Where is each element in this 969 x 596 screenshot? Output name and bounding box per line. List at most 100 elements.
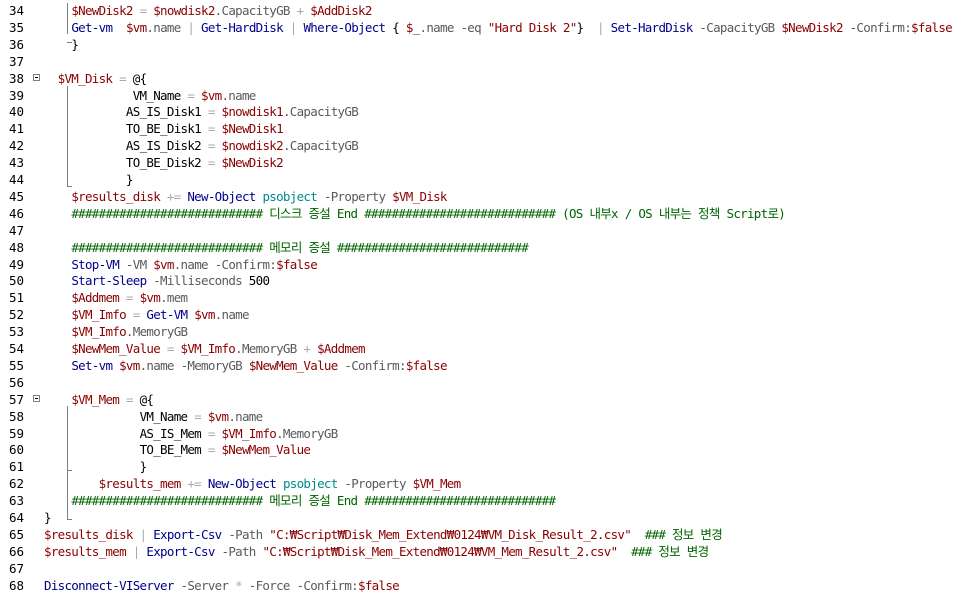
code-token: $VM_Imfo xyxy=(71,307,126,323)
code-token: = xyxy=(201,138,222,154)
code-line[interactable]: 34 $NewDisk2 = $nowdisk2.CapacityGB + $A… xyxy=(0,2,969,19)
code-line[interactable]: 55 Set-vm $vm.name -MemoryGB $NewMem_Val… xyxy=(0,357,969,374)
code-line[interactable]: 48 ############################ 메모리 증설 #… xyxy=(0,239,969,256)
code-line[interactable]: 42 AS_IS_Disk2 = $nowdisk2.CapacityGB xyxy=(0,137,969,154)
code-token: Stop-VM xyxy=(71,256,120,272)
line-number: 60 xyxy=(8,442,24,458)
code-token: ### 정보 변경 xyxy=(631,543,709,559)
code-token: -Confirm: xyxy=(296,577,359,593)
line-number: 64 xyxy=(8,510,24,525)
line-number: 61 xyxy=(8,459,24,475)
code-token: .CapacityGB xyxy=(282,104,359,120)
code-token: += xyxy=(160,188,188,204)
code-line[interactable]: 38 $VM_Disk = @{ xyxy=(0,70,969,87)
code-line[interactable]: 65 $results_disk | Export-Csv -Path "C:₩S… xyxy=(0,526,969,543)
code-text: $NewDisk2 = $nowdisk2.CapacityGB + $AddD… xyxy=(44,2,372,19)
code-token: -VM xyxy=(125,256,147,272)
code-line[interactable]: 53 $VM_Imfo.MemoryGB xyxy=(0,323,969,340)
code-line[interactable]: 57 $VM_Mem = @{ xyxy=(0,391,969,408)
code-line[interactable]: 47 xyxy=(0,222,969,239)
collapse-toggle-icon[interactable] xyxy=(33,394,40,402)
code-token: $VM_Imfo xyxy=(71,324,126,340)
code-text: $results_disk | Export-Csv -Path "C:₩Scr… xyxy=(44,526,723,543)
code-token: -Confirm: xyxy=(214,256,277,272)
code-token: $nowdisk2 xyxy=(221,138,284,154)
code-token: | xyxy=(132,526,154,542)
line-number: 46 xyxy=(8,205,24,221)
code-token: AS_IS_Mem xyxy=(139,425,202,441)
code-line[interactable]: 61 } xyxy=(0,458,969,475)
code-line[interactable]: 64} xyxy=(0,509,969,526)
code-line[interactable]: 49 Stop-VM -VM $vm.name -Confirm:$false xyxy=(0,256,969,273)
code-token: = xyxy=(180,87,201,103)
code-token: AS_IS_Disk2 xyxy=(125,138,202,154)
code-line[interactable]: 52 $VM_Imfo = Get-VM $vm.name xyxy=(0,306,969,323)
code-token: $NewDisk2 xyxy=(71,3,133,18)
code-token: $NewDisk1 xyxy=(221,121,284,137)
code-token: | xyxy=(282,19,304,35)
code-token: $VM_Mem xyxy=(412,476,461,492)
code-line[interactable]: 50 Start-Sleep -Milliseconds 500 xyxy=(0,272,969,289)
code-line[interactable]: 59 AS_IS_Mem = $VM_Imfo.MemoryGB xyxy=(0,425,969,442)
code-line[interactable]: 36 } xyxy=(0,36,969,53)
code-token: } xyxy=(576,19,598,35)
code-line[interactable]: 54 $NewMem_Value = $VM_Imfo.MemoryGB + $… xyxy=(0,340,969,357)
code-line[interactable]: 39 VM_Name = $vm.name xyxy=(0,87,969,104)
code-token: -Property xyxy=(323,188,386,204)
line-number: 52 xyxy=(8,307,24,323)
code-line[interactable]: 45 $results_disk += New-Object psobject … xyxy=(0,188,969,205)
code-line[interactable]: 58 VM_Name = $vm.name xyxy=(0,408,969,425)
code-text: } xyxy=(44,458,148,475)
code-text: AS_IS_Disk2 = $nowdisk2.CapacityGB xyxy=(44,137,359,154)
code-token: Get-VM xyxy=(146,307,188,323)
code-line[interactable]: 63 ############################ 메모리 증설 E… xyxy=(0,492,969,509)
code-token: ############################ 디스크 증설 End … xyxy=(71,205,786,221)
code-line[interactable]: 41 TO_BE_Disk1 = $NewDisk1 xyxy=(0,120,969,137)
code-token: = xyxy=(201,442,222,458)
code-token: $vm xyxy=(207,408,229,424)
code-token: "C:₩Script₩Disk_Mem_Extend₩0124₩VM_Mem_R… xyxy=(262,543,618,559)
code-token: | xyxy=(125,543,147,559)
code-line[interactable]: 67 xyxy=(0,560,969,577)
code-token: $nowdisk2 xyxy=(153,3,215,18)
code-token: ############################ 메모리 증설 ####… xyxy=(71,239,529,255)
code-line[interactable]: 35 Get-vm $vm.name | Get-HardDisk | Wher… xyxy=(0,19,969,36)
code-token: } xyxy=(139,459,148,475)
code-editor[interactable]: 34 $NewDisk2 = $nowdisk2.CapacityGB + $A… xyxy=(0,0,969,596)
code-token: -Property xyxy=(344,476,406,492)
code-line[interactable]: 40 AS_IS_Disk1 = $nowdisk1.CapacityGB xyxy=(0,103,969,120)
code-line[interactable]: 37 xyxy=(0,53,969,70)
code-text: $VM_Disk = @{ xyxy=(44,70,147,87)
code-token: .name xyxy=(173,256,209,272)
code-line[interactable]: 66 $results_mem | Export-Csv -Path "C:₩Sc… xyxy=(0,543,969,560)
code-line[interactable]: 56 xyxy=(0,374,969,391)
code-token: TO_BE_Disk1 xyxy=(125,121,202,137)
code-text: $results_mem | Export-Csv -Path "C:₩Scri… xyxy=(44,543,709,560)
collapse-toggle-icon[interactable] xyxy=(33,73,40,81)
code-line[interactable]: 46 ############################ 디스크 증설 E… xyxy=(0,205,969,222)
code-line[interactable]: 68 Disconnect-VIServer -Server * -Force -… xyxy=(0,577,969,594)
code-text: $NewMem_Value = $VM_Imfo.MemoryGB + $Add… xyxy=(44,340,365,357)
code-token: $VM_Imfo xyxy=(180,341,236,356)
line-number: 36 xyxy=(8,36,24,52)
code-line[interactable]: 60 TO_BE_Mem = $NewMem_Value xyxy=(0,441,969,458)
code-token: | xyxy=(180,19,202,35)
code-token: $results_disk xyxy=(71,188,161,204)
code-token: $NewMem_Value xyxy=(221,442,311,458)
code-line[interactable]: 51 $Addmem = $vm.mem xyxy=(0,289,969,306)
code-token: $vm xyxy=(201,87,222,103)
code-line[interactable]: 44 } xyxy=(0,171,969,188)
code-token: -Path xyxy=(221,543,257,559)
code-line[interactable]: 62 $results_mem += New-Object psobject -… xyxy=(0,475,969,492)
code-line[interactable]: 43 TO_BE_Disk2 = $NewDisk2 xyxy=(0,154,969,171)
